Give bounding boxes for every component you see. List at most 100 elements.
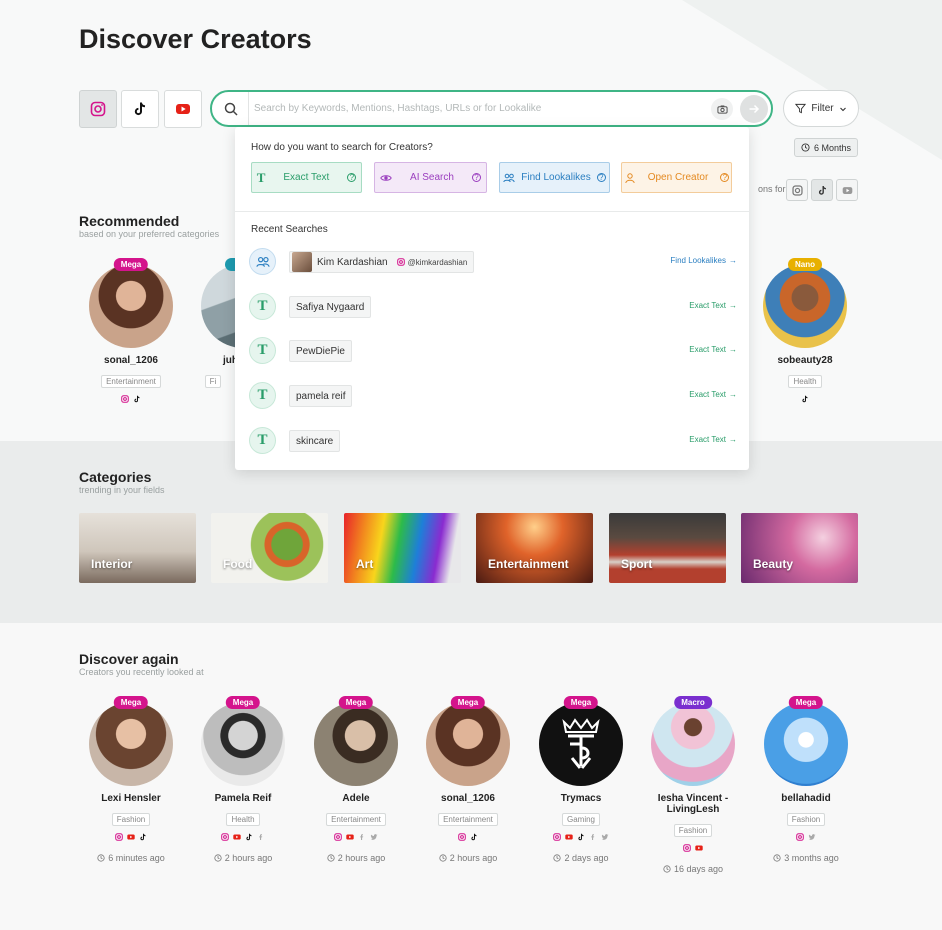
handle: @kimkardashian (396, 258, 467, 267)
clock-icon (773, 854, 781, 862)
recent-search-row[interactable]: T Safiya Nygaard Exact Text → (249, 292, 737, 322)
social-icons (79, 394, 183, 404)
creator-card[interactable]: Macro Iesha Vincent - LivingLesh Fashion… (641, 696, 745, 874)
action-label: Exact Text (689, 301, 726, 310)
recent-search-text: PewDiePie (296, 345, 345, 357)
youtube-icon (695, 844, 703, 852)
text-t-icon: T (256, 169, 266, 185)
twitter-icon (601, 833, 609, 841)
discover-again-subtitle: Creators you recently looked at (79, 667, 204, 677)
creator-card[interactable]: Mega Adele Entertainment 2 hours ago (304, 696, 408, 863)
arrow-right-icon: → (729, 435, 737, 444)
avatar (314, 702, 398, 786)
action-label: Exact Text (689, 390, 726, 399)
recent-search-row[interactable]: T PewDiePie Exact Text → (249, 336, 737, 366)
category-label: Sport (621, 557, 653, 571)
category-tile-beauty[interactable]: Beauty (741, 513, 858, 583)
tiktok-icon (818, 185, 826, 195)
eye-icon (380, 174, 392, 181)
recent-search-action[interactable]: Exact Text → (689, 435, 737, 444)
help-icon[interactable]: ? (596, 173, 606, 182)
platform-youtube-button[interactable] (164, 90, 202, 128)
creator-card[interactable]: Nano sobeauty28 Health (753, 258, 857, 404)
category-tag: Gaming (561, 813, 600, 826)
recent-search-action[interactable]: Exact Text → (689, 390, 737, 399)
recommended-subtitle: based on your preferred categories (79, 229, 220, 239)
find-lookalikes-label: Find Lookalikes (521, 172, 591, 183)
recent-search-chip[interactable]: Safiya Nygaard (289, 296, 372, 318)
creator-card[interactable]: Mega Trymacs Gaming 2 days ago (529, 696, 633, 863)
recent-search-chip[interactable]: PewDiePie (289, 340, 352, 362)
category-tile-food[interactable]: Food (211, 513, 328, 583)
recent-search-chip[interactable]: Kim Kardashian @kimkardashian (289, 251, 475, 273)
action-label: Find Lookalikes (670, 256, 726, 265)
creator-card[interactable]: Mega bellahadid Fashion 3 months ago (754, 696, 858, 863)
discover-again-title: Discover again (79, 651, 179, 667)
search-input[interactable] (254, 98, 694, 119)
search-submit-button[interactable] (740, 95, 768, 123)
category-tag: Fashion (111, 813, 151, 826)
recent-search-action[interactable]: Exact Text → (689, 301, 737, 310)
youtube-icon (127, 833, 135, 841)
ai-search-button[interactable]: AI Search ? (374, 162, 487, 193)
recent-search-row[interactable]: Kim Kardashian @kimkardashian Find Looka… (249, 247, 737, 277)
creator-name: bellahadid (781, 793, 831, 804)
category-tile-sport[interactable]: Sport (609, 513, 726, 583)
period-button[interactable]: 6 Months (794, 138, 858, 157)
creator-card[interactable]: Mega Lexi Hensler Fashion 6 minutes ago (79, 696, 183, 863)
recent-search-row[interactable]: T pamela reif Exact Text → (249, 381, 737, 411)
category-tile-entertainment[interactable]: Entertainment (476, 513, 593, 583)
category-tag: Health (788, 375, 822, 388)
clock-icon (801, 143, 810, 152)
category-tile-interior[interactable]: Interior (79, 513, 196, 583)
recent-search-chip[interactable]: skincare (289, 430, 341, 452)
user-icon (625, 172, 635, 183)
creator-name: sonal_1206 (441, 793, 495, 804)
help-icon[interactable]: ? (471, 173, 481, 182)
recent-search-action[interactable]: Exact Text → (689, 345, 737, 354)
tier-badge: Macro (674, 696, 712, 709)
last-viewed: 2 days ago (529, 853, 633, 863)
open-creator-button[interactable]: Open Creator ? (621, 162, 732, 193)
last-viewed: 2 hours ago (304, 853, 408, 863)
exact-text-button[interactable]: T Exact Text ? (251, 162, 362, 193)
open-creator-label: Open Creator (647, 172, 709, 183)
tier-badge: Mega (113, 696, 149, 709)
recent-search-row[interactable]: T skincare Exact Text → (249, 426, 737, 456)
last-viewed: 2 hours ago (416, 853, 520, 863)
search-bar (210, 90, 773, 127)
suggest-youtube-button[interactable] (836, 179, 858, 201)
recent-search-action[interactable]: Find Lookalikes → (670, 256, 737, 265)
search-dropdown: How do you want to search for Creators? … (235, 127, 749, 470)
tiktok-icon (139, 833, 147, 841)
instagram-icon (791, 184, 803, 196)
last-viewed: 6 minutes ago (79, 853, 183, 863)
exact-text-label: Exact Text (283, 172, 330, 183)
youtube-icon (565, 833, 573, 841)
arrow-right-icon (749, 104, 760, 114)
platform-tiktok-button[interactable] (121, 90, 159, 128)
clock-icon (663, 865, 671, 873)
instagram-icon (221, 833, 229, 841)
platform-instagram-button[interactable] (79, 90, 117, 128)
avatar (764, 702, 848, 786)
text-t-icon: T (249, 382, 276, 409)
filter-button[interactable]: Filter (783, 90, 859, 127)
last-viewed-text: 16 days ago (673, 864, 724, 874)
help-icon[interactable]: ? (347, 173, 357, 182)
instagram-icon (90, 101, 106, 117)
help-icon[interactable]: ? (720, 173, 730, 182)
text-t-icon: T (249, 427, 276, 454)
action-label: Exact Text (689, 435, 726, 444)
recent-search-chip[interactable]: pamela reif (289, 385, 353, 407)
suggest-tiktok-button[interactable] (811, 179, 833, 201)
find-lookalikes-button[interactable]: Find Lookalikes ? (499, 162, 610, 193)
category-tile-art[interactable]: Art (344, 513, 461, 583)
creator-card[interactable]: Mega Pamela Reif Health 2 hours ago (191, 696, 295, 863)
image-search-button[interactable] (711, 98, 733, 120)
avatar (89, 702, 173, 786)
suggest-instagram-button[interactable] (786, 179, 808, 201)
creator-card[interactable]: Mega sonal_1206 Entertainment 2 hours ag… (416, 696, 520, 863)
creator-card[interactable]: Mega sonal_1206 Entertainment (79, 258, 183, 404)
clock-icon (214, 854, 222, 862)
